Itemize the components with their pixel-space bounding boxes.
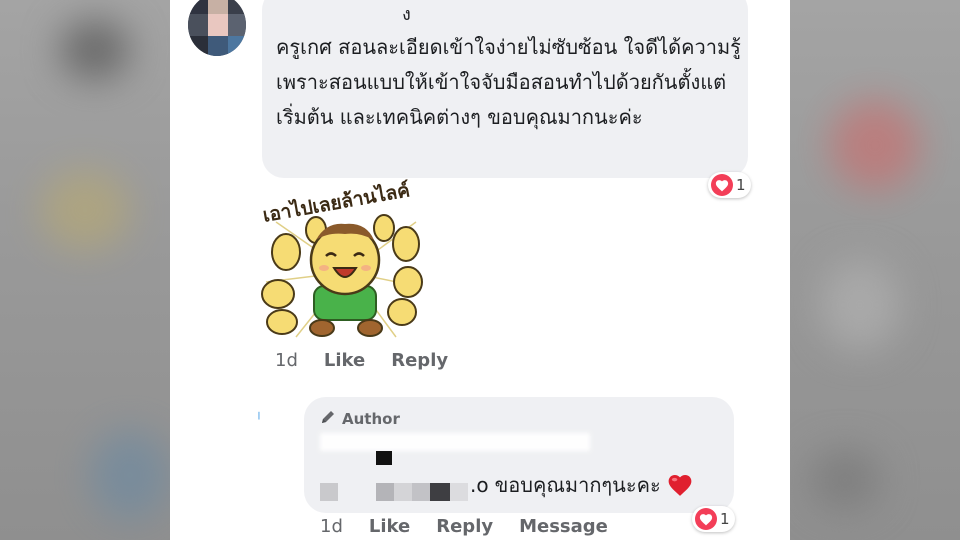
reply-button[interactable]: Reply: [436, 516, 493, 537]
redacted-name: [320, 433, 590, 451]
message-button[interactable]: Message: [519, 516, 608, 537]
like-button[interactable]: Like: [369, 516, 410, 537]
reply-button[interactable]: Reply: [391, 350, 448, 371]
comment-thread: ง ครูเกศ สอนละเอียดเข้าใจง่ายไม่ซับซ้อน …: [170, 0, 790, 540]
reaction-count: 1: [720, 510, 730, 528]
comment-bubble: ง ครูเกศ สอนละเอียดเข้าใจง่ายไม่ซับซ้อน …: [262, 0, 748, 178]
reply-text-body: ขอบคุณมากๆนะคะ: [494, 473, 661, 497]
reply-thread-marker: ╵: [255, 413, 263, 428]
like-button[interactable]: Like: [324, 350, 365, 371]
reply-bubble: Author .o ขอบคุณมากๆนะคะ: [304, 397, 734, 513]
heart-icon: [695, 508, 717, 530]
reply-text-prefix: .o: [470, 473, 489, 497]
blurred-backdrop-left: [0, 0, 170, 540]
redacted-block: [412, 483, 430, 501]
reply-text: .o ขอบคุณมากๆนะคะ: [470, 469, 693, 501]
pencil-icon: [320, 409, 336, 429]
redacted-block: [394, 483, 412, 501]
redacted-block: [376, 451, 392, 465]
reply-timestamp[interactable]: 1d: [320, 516, 343, 537]
comment-text: ครูเกศ สอนละเอียดเข้าใจง่ายไม่ซับซ้อน ใจ…: [276, 35, 741, 129]
reply-actions: 1d Like Reply Message: [320, 516, 634, 537]
redacted-block: [376, 483, 394, 501]
blurred-backdrop-right: [790, 0, 960, 540]
redacted-block: [320, 483, 338, 501]
comment-reaction-count[interactable]: 1: [708, 172, 751, 198]
heart-icon: [711, 174, 733, 196]
sticker-image[interactable]: เอาไปเลยล้านไลค์: [256, 179, 424, 342]
author-badge: Author: [320, 409, 400, 429]
avatar[interactable]: [188, 0, 246, 56]
comment-actions: 1d Like Reply: [275, 350, 474, 371]
redacted-block: [430, 483, 450, 501]
redacted-block: [450, 483, 468, 501]
author-badge-label: Author: [342, 410, 400, 428]
reaction-count: 1: [736, 176, 746, 194]
comment-timestamp[interactable]: 1d: [275, 350, 298, 371]
red-heart-emoji: [667, 473, 693, 497]
commenter-name[interactable]: ง: [402, 6, 411, 24]
reply-reaction-count[interactable]: 1: [692, 506, 735, 532]
